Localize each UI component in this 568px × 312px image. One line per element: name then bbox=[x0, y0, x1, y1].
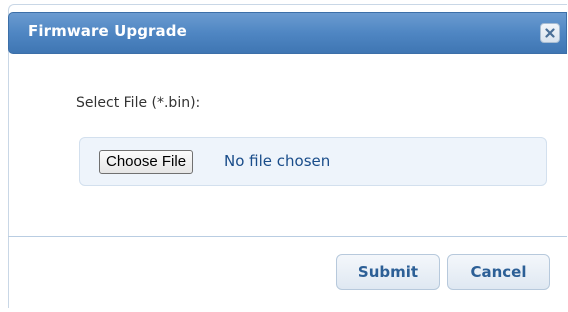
choose-file-button[interactable]: Choose File bbox=[99, 150, 194, 174]
footer-divider bbox=[8, 236, 567, 237]
select-file-label: Select File (*.bin): bbox=[76, 95, 201, 111]
close-button[interactable] bbox=[540, 23, 560, 43]
file-status-text: No file chosen bbox=[224, 152, 331, 170]
close-icon bbox=[545, 28, 555, 38]
submit-button[interactable]: Submit bbox=[336, 254, 440, 290]
dialog-title: Firmware Upgrade bbox=[28, 22, 187, 40]
cancel-button[interactable]: Cancel bbox=[447, 254, 550, 290]
